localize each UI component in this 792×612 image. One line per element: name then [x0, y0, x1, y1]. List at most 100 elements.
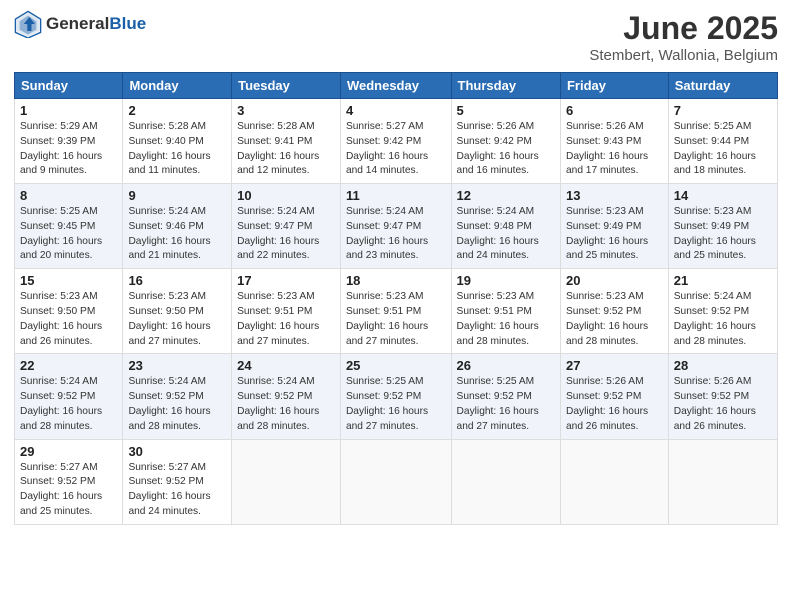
title-section: June 2025 Stembert, Wallonia, Belgium [589, 10, 778, 64]
calendar-cell [451, 439, 560, 524]
day-number: 28 [674, 358, 772, 373]
calendar-cell: 4 Sunrise: 5:27 AM Sunset: 9:42 PM Daylig… [340, 99, 451, 184]
calendar-cell: 10 Sunrise: 5:24 AM Sunset: 9:47 PM Dayli… [232, 184, 341, 269]
calendar-cell: 6 Sunrise: 5:26 AM Sunset: 9:43 PM Daylig… [560, 99, 668, 184]
calendar-cell: 7Sunrise: 5:25 AM Sunset: 9:44 PM Daylig… [668, 99, 777, 184]
day-info: Sunrise: 5:29 AM Sunset: 9:39 PM Dayligh… [20, 120, 117, 179]
day-info: Sunrise: 5:25 AM Sunset: 9:52 PM Dayligh… [457, 375, 555, 434]
day-info: Sunrise: 5:24 AM Sunset: 9:52 PM Dayligh… [674, 290, 772, 349]
day-info: Sunrise: 5:27 AM Sunset: 9:52 PM Dayligh… [128, 461, 226, 520]
calendar-cell: 12Sunrise: 5:24 AM Sunset: 9:48 PM Dayli… [451, 184, 560, 269]
calendar-cell: 15 Sunrise: 5:23 AM Sunset: 9:50 PM Dayli… [15, 269, 123, 354]
day-info: Sunrise: 5:24 AM Sunset: 9:46 PM Dayligh… [128, 205, 226, 264]
calendar-week-2: 15 Sunrise: 5:23 AM Sunset: 9:50 PM Dayli… [15, 269, 778, 354]
day-info: Sunrise: 5:24 AM Sunset: 9:47 PM Dayligh… [346, 205, 446, 264]
day-number: 4 [346, 103, 446, 118]
day-number: 14 [674, 188, 772, 203]
calendar-cell: 23 Sunrise: 5:24 AM Sunset: 9:52 PM Dayli… [123, 354, 232, 439]
calendar-cell: 24 Sunrise: 5:24 AM Sunset: 9:52 PM Dayli… [232, 354, 341, 439]
location: Stembert, Wallonia, Belgium [589, 47, 778, 64]
calendar-cell: 26 Sunrise: 5:25 AM Sunset: 9:52 PM Dayli… [451, 354, 560, 439]
page-container: GeneralBlue June 2025 Stembert, Wallonia… [0, 0, 792, 612]
day-number: 5 [457, 103, 555, 118]
calendar-table: Sunday Monday Tuesday Wednesday Thursday… [14, 72, 778, 525]
calendar-cell: 28Sunrise: 5:26 AM Sunset: 9:52 PM Dayli… [668, 354, 777, 439]
day-info: Sunrise: 5:26 AM Sunset: 9:42 PM Dayligh… [457, 120, 555, 179]
day-number: 22 [20, 358, 117, 373]
day-number: 26 [457, 358, 555, 373]
day-number: 24 [237, 358, 335, 373]
calendar-header-row: Sunday Monday Tuesday Wednesday Thursday… [15, 73, 778, 99]
day-number: 20 [566, 273, 663, 288]
day-number: 6 [566, 103, 663, 118]
day-number: 11 [346, 188, 446, 203]
calendar-cell: 16Sunrise: 5:23 AM Sunset: 9:50 PM Dayli… [123, 269, 232, 354]
day-info: Sunrise: 5:26 AM Sunset: 9:43 PM Dayligh… [566, 120, 663, 179]
calendar-cell: 2 Sunrise: 5:28 AM Sunset: 9:40 PM Daylig… [123, 99, 232, 184]
day-number: 3 [237, 103, 335, 118]
day-info: Sunrise: 5:25 AM Sunset: 9:52 PM Dayligh… [346, 375, 446, 434]
calendar-cell: 17 Sunrise: 5:23 AM Sunset: 9:51 PM Dayli… [232, 269, 341, 354]
day-info: Sunrise: 5:24 AM Sunset: 9:48 PM Dayligh… [457, 205, 555, 264]
col-monday: Monday [123, 73, 232, 99]
calendar-cell: 13 Sunrise: 5:23 AM Sunset: 9:49 PM Dayli… [560, 184, 668, 269]
month-title: June 2025 [589, 10, 778, 47]
day-info: Sunrise: 5:24 AM Sunset: 9:52 PM Dayligh… [237, 375, 335, 434]
calendar-cell: 30 Sunrise: 5:27 AM Sunset: 9:52 PM Dayli… [123, 439, 232, 524]
day-number: 27 [566, 358, 663, 373]
calendar-cell: 21Sunrise: 5:24 AM Sunset: 9:52 PM Dayli… [668, 269, 777, 354]
day-info: Sunrise: 5:26 AM Sunset: 9:52 PM Dayligh… [566, 375, 663, 434]
calendar-cell: 11 Sunrise: 5:24 AM Sunset: 9:47 PM Dayli… [340, 184, 451, 269]
day-number: 25 [346, 358, 446, 373]
day-number: 8 [20, 188, 117, 203]
logo-icon [14, 10, 42, 38]
col-thursday: Thursday [451, 73, 560, 99]
day-number: 29 [20, 444, 117, 459]
calendar-cell: 20 Sunrise: 5:23 AM Sunset: 9:52 PM Dayli… [560, 269, 668, 354]
calendar-cell: 25 Sunrise: 5:25 AM Sunset: 9:52 PM Dayli… [340, 354, 451, 439]
logo-general: General [46, 14, 109, 33]
day-info: Sunrise: 5:24 AM Sunset: 9:47 PM Dayligh… [237, 205, 335, 264]
day-info: Sunrise: 5:24 AM Sunset: 9:52 PM Dayligh… [128, 375, 226, 434]
calendar-week-1: 8 Sunrise: 5:25 AM Sunset: 9:45 PM Daylig… [15, 184, 778, 269]
day-info: Sunrise: 5:27 AM Sunset: 9:42 PM Dayligh… [346, 120, 446, 179]
calendar-cell: 19Sunrise: 5:23 AM Sunset: 9:51 PM Dayli… [451, 269, 560, 354]
calendar-cell: 27 Sunrise: 5:26 AM Sunset: 9:52 PM Dayli… [560, 354, 668, 439]
day-number: 10 [237, 188, 335, 203]
day-number: 9 [128, 188, 226, 203]
day-info: Sunrise: 5:23 AM Sunset: 9:49 PM Dayligh… [566, 205, 663, 264]
day-number: 30 [128, 444, 226, 459]
calendar-cell [340, 439, 451, 524]
day-number: 16 [128, 273, 226, 288]
day-info: Sunrise: 5:28 AM Sunset: 9:40 PM Dayligh… [128, 120, 226, 179]
calendar-cell: 5 Sunrise: 5:26 AM Sunset: 9:42 PM Daylig… [451, 99, 560, 184]
day-number: 19 [457, 273, 555, 288]
day-info: Sunrise: 5:28 AM Sunset: 9:41 PM Dayligh… [237, 120, 335, 179]
day-number: 17 [237, 273, 335, 288]
day-number: 15 [20, 273, 117, 288]
calendar-cell [668, 439, 777, 524]
calendar-cell: 29Sunrise: 5:27 AM Sunset: 9:52 PM Dayli… [15, 439, 123, 524]
day-info: Sunrise: 5:24 AM Sunset: 9:52 PM Dayligh… [20, 375, 117, 434]
day-info: Sunrise: 5:23 AM Sunset: 9:52 PM Dayligh… [566, 290, 663, 349]
col-sunday: Sunday [15, 73, 123, 99]
calendar-cell [560, 439, 668, 524]
col-saturday: Saturday [668, 73, 777, 99]
day-number: 1 [20, 103, 117, 118]
calendar-cell: 22 Sunrise: 5:24 AM Sunset: 9:52 PM Dayli… [15, 354, 123, 439]
calendar-week-4: 29 Sunrise: 5:27 AM Sunset: 9:52 PM Dayli… [15, 439, 778, 524]
day-number: 2 [128, 103, 226, 118]
calendar-week-0: 1 Sunrise: 5:29 AM Sunset: 9:39 PM Daylig… [15, 99, 778, 184]
day-info: Sunrise: 5:23 AM Sunset: 9:50 PM Dayligh… [20, 290, 117, 349]
day-number: 23 [128, 358, 226, 373]
day-info: Sunrise: 5:23 AM Sunset: 9:51 PM Dayligh… [237, 290, 335, 349]
calendar-week-3: 22 Sunrise: 5:24 AM Sunset: 9:52 PM Dayli… [15, 354, 778, 439]
calendar-cell: 3 Sunrise: 5:28 AM Sunset: 9:41 PM Daylig… [232, 99, 341, 184]
day-info: Sunrise: 5:25 AM Sunset: 9:45 PM Dayligh… [20, 205, 117, 264]
day-number: 13 [566, 188, 663, 203]
col-friday: Friday [560, 73, 668, 99]
calendar-cell: 9 Sunrise: 5:24 AM Sunset: 9:46 PM Daylig… [123, 184, 232, 269]
day-info: Sunrise: 5:23 AM Sunset: 9:51 PM Dayligh… [346, 290, 446, 349]
logo-blue: Blue [109, 14, 146, 33]
day-info: Sunrise: 5:25 AM Sunset: 9:44 PM Dayligh… [674, 120, 772, 179]
